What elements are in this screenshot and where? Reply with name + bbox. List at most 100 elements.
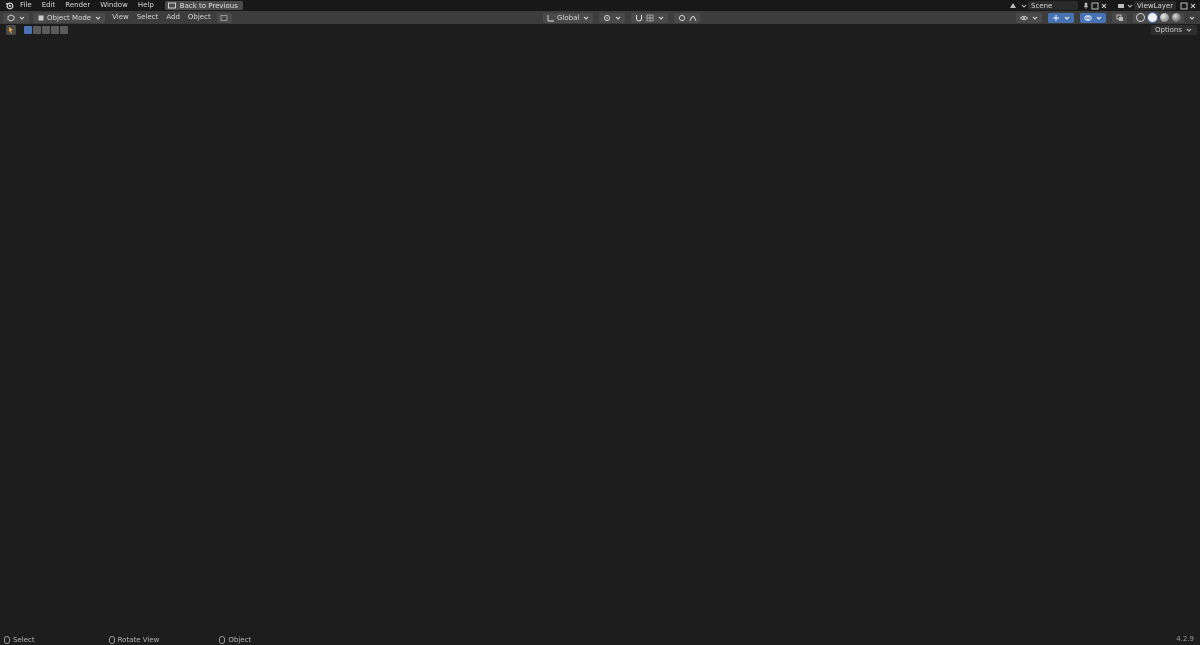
chevron-down-icon <box>656 13 665 22</box>
screen-icon <box>168 1 177 10</box>
chevron-down-icon <box>1062 13 1071 22</box>
visibility-dropdown[interactable] <box>1016 12 1042 23</box>
status-rotate-label: Rotate View <box>117 635 160 644</box>
object-mode-icon <box>36 13 45 22</box>
wireframe-shading-icon[interactable] <box>1136 13 1145 22</box>
menu-add[interactable]: Add <box>162 11 184 24</box>
rear-dial-button <box>673 260 693 276</box>
power-switch <box>609 331 651 361</box>
chevron-down-icon <box>17 13 26 22</box>
scene-field[interactable]: Scene <box>1028 1 1078 10</box>
rendered-shading-icon[interactable] <box>1172 13 1181 22</box>
menu-view[interactable]: View <box>108 11 133 24</box>
select-invert-icon[interactable] <box>51 26 59 34</box>
delete-view-layer-icon[interactable] <box>1188 1 1197 10</box>
middle-mouse-icon <box>108 635 115 644</box>
xray-toggle[interactable] <box>1112 12 1127 23</box>
chevron-down-icon <box>93 13 102 22</box>
top-display <box>537 190 601 216</box>
menu-help[interactable]: Help <box>133 0 159 11</box>
viewport-header: Object Mode View Select Add Object Globa… <box>0 11 1200 24</box>
3d-viewport-icon <box>6 13 15 22</box>
back-to-previous-button[interactable]: Back to Previous <box>164 1 243 10</box>
mode-dropdown[interactable]: Object Mode <box>33 12 106 23</box>
gizmo-toggle[interactable] <box>1048 12 1074 23</box>
chevron-down-icon[interactable] <box>1019 1 1028 10</box>
orientation-icon <box>546 13 555 22</box>
viewport-display-controls <box>1013 11 1196 24</box>
eye-icon <box>1019 13 1028 22</box>
menu-object[interactable]: Object <box>184 11 215 24</box>
new-view-layer-icon[interactable] <box>1179 1 1188 10</box>
overlays-toggle[interactable] <box>1080 12 1106 23</box>
object-extra-dropdown[interactable] <box>216 12 232 23</box>
new-scene-icon[interactable] <box>1090 1 1099 10</box>
select-extend-icon[interactable] <box>33 26 41 34</box>
shutter-dial-cap <box>678 305 714 333</box>
plate-latch <box>514 273 578 303</box>
chevron-down-icon <box>613 13 622 22</box>
chevron-down-icon <box>1030 13 1039 22</box>
status-object: Object <box>219 635 252 644</box>
select-new-icon[interactable] <box>24 26 32 34</box>
status-object-label: Object <box>228 635 252 644</box>
editor-type-button[interactable] <box>3 12 29 23</box>
right-mouse-icon <box>219 635 226 644</box>
pin-icon[interactable] <box>1081 1 1090 10</box>
cursor-icon <box>7 26 16 35</box>
select-intersect-icon[interactable] <box>60 26 68 34</box>
menu-select[interactable]: Select <box>133 11 163 24</box>
magnet-icon <box>634 13 643 22</box>
snap-toggle[interactable] <box>631 12 669 23</box>
selection-mode-group <box>24 26 68 34</box>
left-mouse-icon <box>4 635 10 644</box>
options-dropdown[interactable]: Options <box>1150 25 1197 35</box>
pivot-dropdown[interactable] <box>599 12 626 23</box>
status-bar: Select Rotate View Object 4.2.9 <box>0 634 1200 645</box>
strap <box>297 251 421 519</box>
camera-model-render <box>297 76 783 585</box>
view-layer-field[interactable]: ViewLayer <box>1134 1 1176 10</box>
status-select-label: Select <box>13 635 35 644</box>
select-subtract-icon[interactable] <box>42 26 50 34</box>
gizmo-icon <box>1051 13 1060 22</box>
blender-logo-icon[interactable] <box>4 0 15 11</box>
menu-edit[interactable]: Edit <box>37 0 61 11</box>
options-label: Options <box>1154 26 1182 34</box>
back-to-previous-label: Back to Previous <box>179 1 238 10</box>
rail-slot <box>601 190 675 230</box>
chevron-down-icon[interactable] <box>1187 13 1196 22</box>
mode-dial <box>409 210 491 268</box>
chevron-down-icon <box>1184 26 1193 35</box>
top-plate <box>329 126 783 384</box>
chevron-down-icon <box>581 13 590 22</box>
version-label: 4.2.9 <box>1176 635 1194 643</box>
lens-barrel <box>363 101 517 223</box>
top-right-controls: Scene ViewLayer <box>1008 0 1200 11</box>
scene-icon <box>1008 1 1017 10</box>
mode-label: Object Mode <box>47 13 92 22</box>
dropdown-icon <box>220 13 229 22</box>
side-door <box>409 373 476 470</box>
orientation-dropdown[interactable]: Global <box>543 12 594 23</box>
material-shading-icon[interactable] <box>1160 13 1169 22</box>
tool-settings-row: Options <box>0 24 1200 36</box>
camera-body <box>429 278 766 585</box>
proportional-edit-toggle[interactable] <box>674 12 701 23</box>
status-select: Select <box>4 635 35 644</box>
3d-viewport[interactable] <box>0 24 1200 634</box>
overlays-icon <box>1083 13 1092 22</box>
menu-file[interactable]: File <box>15 0 37 11</box>
menu-window[interactable]: Window <box>95 0 133 11</box>
chevron-down-icon <box>1094 13 1103 22</box>
select-tool-button[interactable] <box>6 25 16 35</box>
transform-controls: Global <box>540 11 701 24</box>
lens-mount <box>398 128 512 220</box>
lens-hood <box>319 76 521 228</box>
menu-render[interactable]: Render <box>60 0 95 11</box>
delete-scene-icon[interactable] <box>1099 1 1108 10</box>
chevron-down-icon[interactable] <box>1125 1 1134 10</box>
back-screen <box>612 442 712 554</box>
falloff-icon <box>688 13 697 22</box>
solid-shading-icon[interactable] <box>1148 13 1157 22</box>
